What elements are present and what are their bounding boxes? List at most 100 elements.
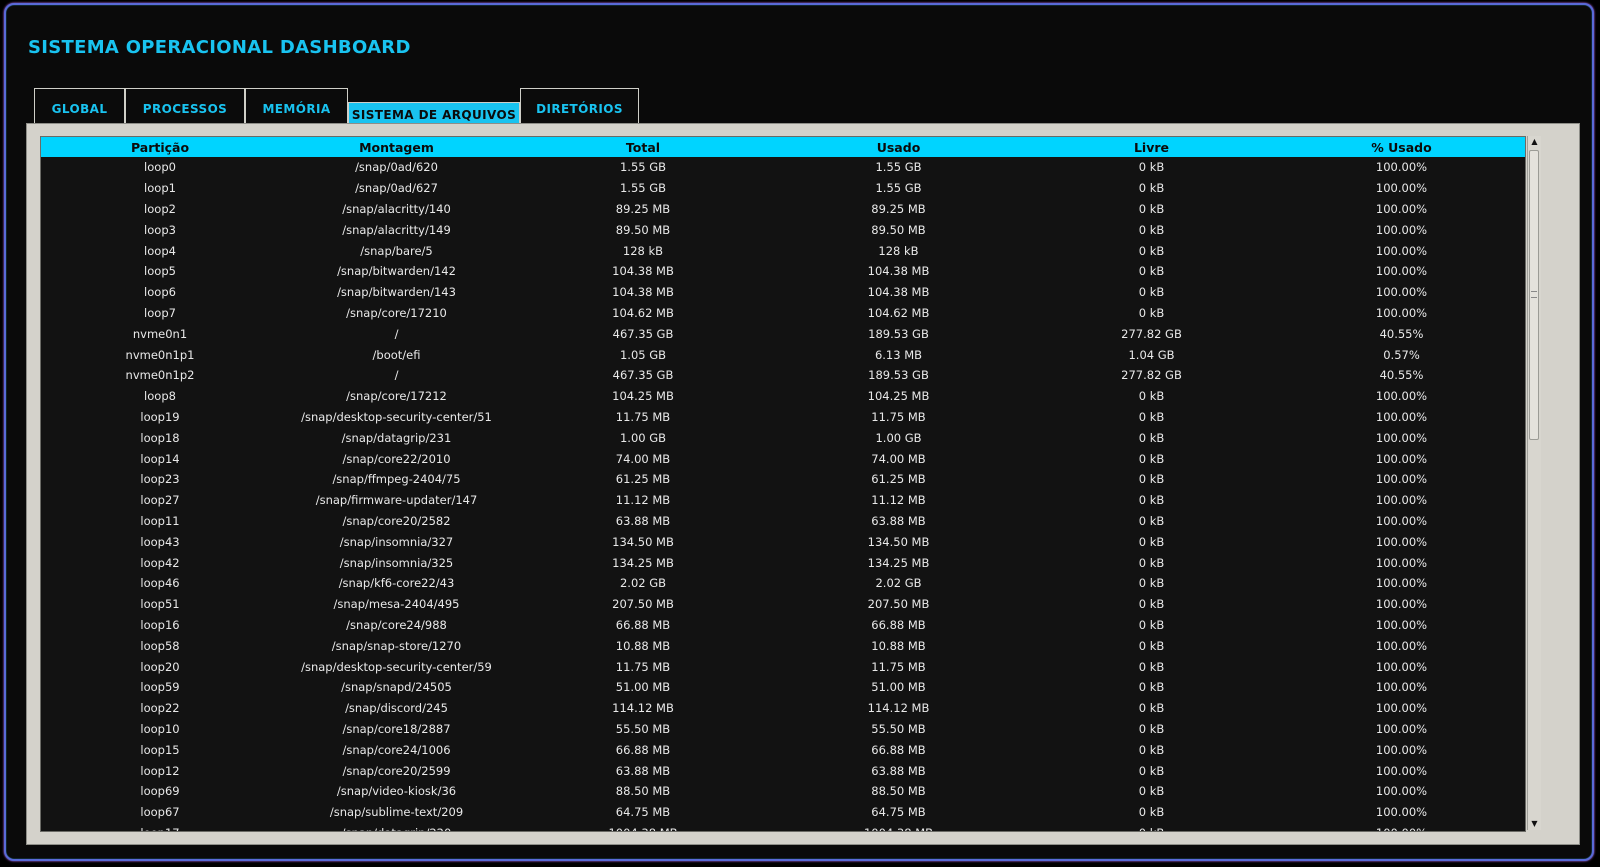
cell-usado: 1004.38 MB xyxy=(772,823,1025,831)
column-header-percent-usado[interactable]: % Usado xyxy=(1278,137,1525,157)
table-row[interactable]: loop2/snap/alacritty/140 89.25 MB 89.25 MB… xyxy=(41,199,1525,220)
cell-particao: loop58 xyxy=(140,638,180,653)
table-row[interactable]: loop12/snap/core20/2599 63.88 MB 63.88 MB 0… xyxy=(41,760,1525,781)
table-row[interactable]: loop8/snap/core/17212 104.25 MB 104.25 MB 0… xyxy=(41,386,1525,407)
cell-particao: loop10 xyxy=(140,721,180,736)
cell-total: 467.35 GB xyxy=(612,368,674,383)
cell-montagem: /snap/snap-store/1270 xyxy=(331,638,462,653)
cell-usado: 1.55 GB xyxy=(875,160,922,175)
cell-livre: 0 kB xyxy=(1138,659,1165,674)
cell-percent-usado: 100.00% xyxy=(1375,638,1428,653)
scrollbar-thumb[interactable] xyxy=(1529,150,1539,440)
cell-usado: 63.88 MB xyxy=(871,763,926,778)
table-row[interactable]: loop69/snap/video-kiosk/36 88.50 MB 88.50 … xyxy=(41,781,1525,802)
cell-particao: loop8 xyxy=(144,389,176,404)
cell-usado: 134.50 MB xyxy=(867,534,930,549)
table-row[interactable]: loop7/snap/core/17210 104.62 MB 104.62 MB 0… xyxy=(41,303,1525,324)
tab-memoria[interactable]: MEMÓRIA xyxy=(245,88,348,128)
table-row[interactable]: loop6/snap/bitwarden/143 104.38 MB 104.38 … xyxy=(41,282,1525,303)
cell-particao: loop15 xyxy=(140,742,180,757)
column-header-particao[interactable]: Partição xyxy=(41,137,279,157)
table-row[interactable]: loop10/snap/core18/2887 55.50 MB 55.50 MB 0… xyxy=(41,719,1525,740)
cell-livre: 0 kB xyxy=(1138,597,1165,612)
table-row[interactable]: loop16/snap/core24/988 66.88 MB 66.88 MB 0 … xyxy=(41,615,1525,636)
cell-particao: loop12 xyxy=(140,763,180,778)
table-row[interactable]: loop23/snap/ffmpeg-2404/75 61.25 MB 61.25 … xyxy=(41,469,1525,490)
table-row[interactable]: loop17/snap/datagrip/2201004.38 MB1004.3… xyxy=(41,823,1525,831)
table-row[interactable]: nvme0n1p2 / 467.35 GB 189.53 GB 277.82 GB 40.… xyxy=(41,365,1525,386)
cell-particao: loop1 xyxy=(144,181,176,196)
vertical-scrollbar[interactable]: ▲ ▼ xyxy=(1527,136,1541,830)
tab-processos[interactable]: PROCESSOS xyxy=(125,88,245,128)
cell-particao: loop59 xyxy=(140,680,180,695)
cell-livre: 0 kB xyxy=(1138,742,1165,757)
table-header-row: Partição Montagem Total Usado Livre % Us… xyxy=(41,137,1525,157)
tab-global[interactable]: GLOBAL xyxy=(34,88,125,128)
table-row[interactable]: loop1/snap/0ad/627 1.55 GB 1.55 GB 0 kB 100.… xyxy=(41,178,1525,199)
table-row[interactable]: loop42/snap/insomnia/325 134.25 MB 134.25 … xyxy=(41,552,1525,573)
cell-usado: 88.50 MB xyxy=(871,784,926,799)
cell-percent-usado: 100.00% xyxy=(1375,680,1428,695)
cell-total: 63.88 MB xyxy=(615,513,671,528)
cell-usado: 11.75 MB xyxy=(871,409,926,424)
cell-usado: 104.38 MB xyxy=(867,264,930,279)
column-header-total[interactable]: Total xyxy=(514,137,772,157)
cell-livre: 0 kB xyxy=(1138,555,1165,570)
cell-montagem: /snap/sublime-text/209 xyxy=(329,805,464,820)
cell-livre: 0 kB xyxy=(1025,823,1278,831)
cell-livre: 0 kB xyxy=(1138,472,1165,487)
table-row[interactable]: loop67/snap/sublime-text/209 64.75 MB 64.7… xyxy=(41,802,1525,823)
table-row[interactable]: loop46/snap/kf6-core22/43 2.02 GB 2.02 GB 0… xyxy=(41,573,1525,594)
cell-usado: 104.38 MB xyxy=(867,285,930,300)
table-row[interactable]: loop59/snap/snapd/24505 51.00 MB 51.00 MB 0… xyxy=(41,677,1525,698)
table-row[interactable]: loop5/snap/bitwarden/142 104.38 MB 104.38 … xyxy=(41,261,1525,282)
table-row[interactable]: loop0/snap/0ad/620 1.55 GB 1.55 GB 0 kB 100.… xyxy=(41,157,1525,178)
cell-percent-usado: 100.00% xyxy=(1375,721,1428,736)
scroll-up-icon[interactable]: ▲ xyxy=(1528,136,1541,148)
table-row[interactable]: loop18/snap/datagrip/231 1.00 GB 1.00 GB 0 … xyxy=(41,427,1525,448)
cell-particao: loop17 xyxy=(41,823,279,831)
cell-total: 1.55 GB xyxy=(619,160,667,175)
scrollbar-grip-icon xyxy=(1531,291,1537,298)
table-row[interactable]: loop14/snap/core22/2010 74.00 MB 74.00 MB 0… xyxy=(41,448,1525,469)
cell-montagem: /snap/snapd/24505 xyxy=(341,680,452,695)
filesystem-table-area[interactable]: Partição Montagem Total Usado Livre % Us… xyxy=(40,136,1526,832)
tab-diretorios[interactable]: DIRETÓRIOS xyxy=(520,88,639,128)
cell-total: 1.55 GB xyxy=(619,181,667,196)
table-row[interactable]: loop20/snap/desktop-security-center/59 11… xyxy=(41,656,1525,677)
column-header-usado[interactable]: Usado xyxy=(772,137,1025,157)
table-row[interactable]: loop19/snap/desktop-security-center/51 11… xyxy=(41,407,1525,428)
cell-total: 74.00 MB xyxy=(615,451,671,466)
table-row[interactable]: loop4/snap/bare/5 128 kB 128 kB 0 kB 100.00% xyxy=(41,240,1525,261)
scroll-down-icon[interactable]: ▼ xyxy=(1528,818,1541,830)
cell-percent-usado: 100.00% xyxy=(1375,430,1428,445)
table-row[interactable]: loop15/snap/core24/1006 66.88 MB 66.88 MB 0… xyxy=(41,739,1525,760)
cell-total: 10.88 MB xyxy=(615,638,671,653)
cell-total: 207.50 MB xyxy=(612,597,674,612)
table-row[interactable]: loop3/snap/alacritty/149 89.50 MB 89.50 MB… xyxy=(41,219,1525,240)
cell-usado: 51.00 MB xyxy=(871,680,926,695)
cell-livre: 0 kB xyxy=(1138,160,1165,175)
cell-livre: 0 kB xyxy=(1138,285,1165,300)
cell-particao: loop5 xyxy=(144,264,176,279)
table-row[interactable]: loop43/snap/insomnia/327 134.50 MB 134.50 … xyxy=(41,531,1525,552)
cell-montagem: /snap/alacritty/149 xyxy=(342,222,451,237)
column-header-livre[interactable]: Livre xyxy=(1025,137,1278,157)
cell-usado: 11.75 MB xyxy=(871,659,926,674)
cell-montagem: /boot/efi xyxy=(372,347,421,362)
table-row[interactable]: loop58/snap/snap-store/1270 10.88 MB 10.88… xyxy=(41,635,1525,656)
cell-usado: 128 kB xyxy=(878,243,919,258)
cell-usado: 11.12 MB xyxy=(871,493,926,508)
table-row[interactable]: nvme0n1p1/boot/efi 1.05 GB 6.13 MB 1.04 GB 0… xyxy=(41,344,1525,365)
cell-percent-usado: 100.00% xyxy=(1375,160,1428,175)
cell-livre: 0 kB xyxy=(1138,638,1165,653)
table-row[interactable]: loop51/snap/mesa-2404/495 207.50 MB 207.50… xyxy=(41,594,1525,615)
cell-percent-usado: 100.00% xyxy=(1375,513,1428,528)
cell-montagem: / xyxy=(394,368,399,383)
table-row[interactable]: loop22/snap/discord/245 114.12 MB 114.12 M… xyxy=(41,698,1525,719)
cell-total: 134.50 MB xyxy=(612,534,674,549)
table-row[interactable]: loop11/snap/core20/2582 63.88 MB 63.88 MB 0… xyxy=(41,511,1525,532)
column-header-montagem[interactable]: Montagem xyxy=(279,137,514,157)
table-row[interactable]: nvme0n1 / 467.35 GB 189.53 GB 277.82 GB 40.55… xyxy=(41,323,1525,344)
table-row[interactable]: loop27/snap/firmware-updater/147 11.12 MB… xyxy=(41,490,1525,511)
